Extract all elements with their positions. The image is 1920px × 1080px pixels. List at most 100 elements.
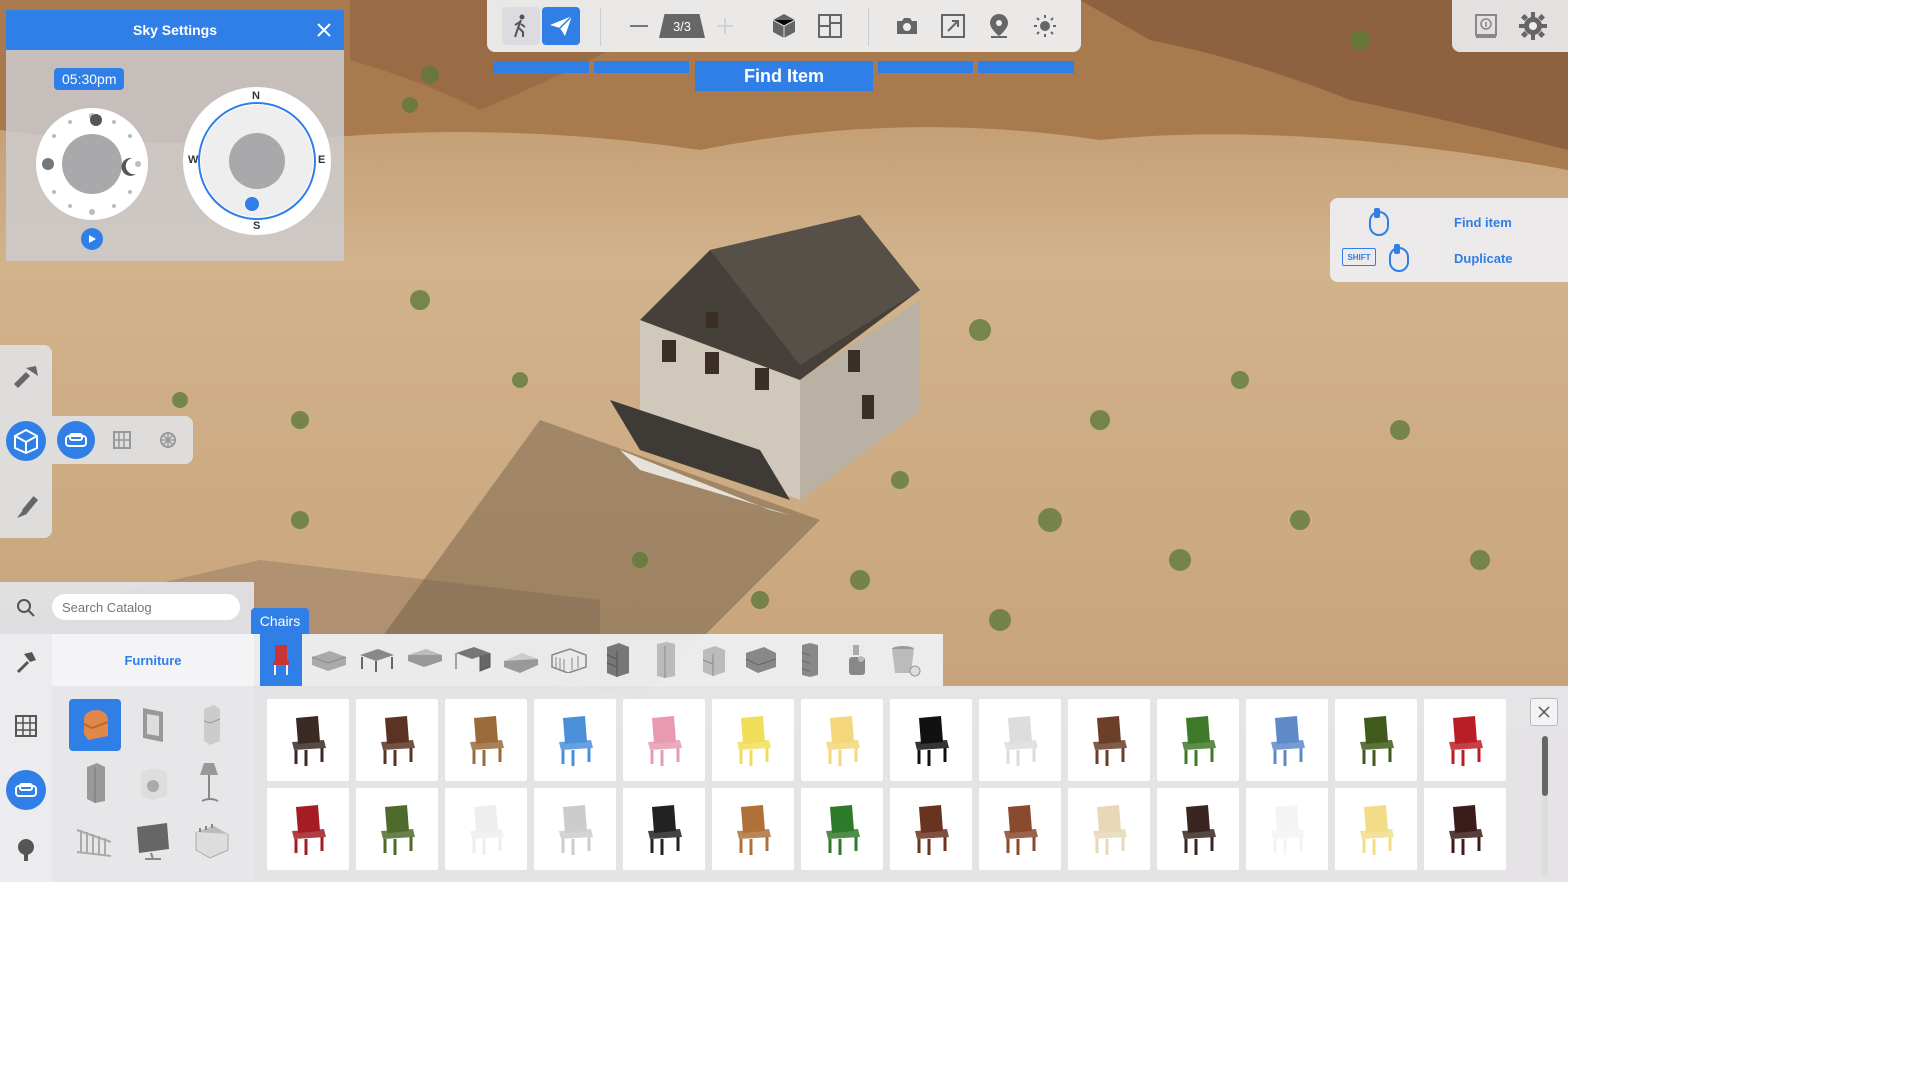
refrigerator-icon[interactable] bbox=[185, 699, 237, 751]
compass-dial[interactable] bbox=[182, 86, 332, 236]
wall-art-icon[interactable] bbox=[127, 699, 179, 751]
decor-icon[interactable] bbox=[156, 428, 180, 452]
catalog-item-wood-armchair[interactable] bbox=[890, 788, 972, 870]
catalog-item-pink-pouf[interactable] bbox=[623, 699, 705, 781]
trash-can-icon[interactable] bbox=[884, 640, 926, 680]
export-image-icon[interactable] bbox=[939, 12, 967, 40]
catalog-item-wood-dining-chair[interactable] bbox=[712, 788, 794, 870]
catalog-item-wood-chair[interactable] bbox=[1068, 699, 1150, 781]
close-icon[interactable] bbox=[1530, 698, 1558, 726]
subcategory-tab-chairs[interactable]: Chairs bbox=[251, 608, 309, 634]
sky-settings-title: Sky Settings bbox=[132, 22, 218, 38]
location-pin-icon[interactable] bbox=[985, 12, 1013, 40]
dresser-icon[interactable] bbox=[596, 640, 638, 680]
tree-icon[interactable] bbox=[12, 836, 40, 864]
subtab-1[interactable] bbox=[494, 61, 589, 73]
time-of-day-badge: 05:30pm bbox=[54, 68, 125, 90]
catalog-item-wooden-chair[interactable] bbox=[356, 699, 438, 781]
find-item-banner[interactable]: Find Item bbox=[695, 61, 873, 91]
scrollbar[interactable] bbox=[1542, 736, 1548, 876]
fly-mode-button[interactable] bbox=[542, 7, 580, 45]
fence-icon[interactable] bbox=[69, 815, 121, 867]
walk-mode-button[interactable] bbox=[502, 7, 540, 45]
catalog-item-leather-armchair[interactable] bbox=[267, 699, 349, 781]
catalog-item-bean-bag[interactable] bbox=[979, 699, 1061, 781]
catalog-item-floral-armchair[interactable] bbox=[979, 788, 1061, 870]
catalog-item-dark-dining-chair[interactable] bbox=[1157, 788, 1239, 870]
tv-icon[interactable] bbox=[127, 815, 179, 867]
calendar-icon[interactable] bbox=[185, 815, 237, 867]
camera-icon[interactable] bbox=[893, 12, 921, 40]
search-input[interactable] bbox=[52, 594, 240, 620]
bookshelf-icon[interactable] bbox=[110, 428, 134, 452]
build-tools-icon[interactable] bbox=[10, 361, 42, 393]
floor-up-icon[interactable] bbox=[716, 17, 734, 35]
play-icon[interactable] bbox=[81, 228, 103, 250]
gear-icon[interactable] bbox=[1518, 11, 1548, 41]
time-dial[interactable] bbox=[34, 106, 150, 222]
catalog-item-round-stool[interactable] bbox=[445, 699, 527, 781]
catalog-item-green-pouf[interactable] bbox=[1335, 699, 1417, 781]
bed-icon[interactable] bbox=[500, 640, 542, 680]
nightstand-icon[interactable] bbox=[692, 640, 734, 680]
floor-indicator: 3/3 bbox=[659, 14, 705, 38]
catalog-item-green-armchair[interactable] bbox=[356, 788, 438, 870]
info-book-icon[interactable] bbox=[1472, 12, 1500, 40]
sofa-icon[interactable] bbox=[308, 640, 350, 680]
catalog-item-wicker-rocking-chair[interactable] bbox=[534, 788, 616, 870]
category-panel: Furniture bbox=[52, 634, 254, 882]
walk-icon bbox=[510, 14, 532, 38]
top-toolbar: 3/3 bbox=[487, 0, 1081, 52]
catalog-item-blue-table[interactable] bbox=[1246, 699, 1328, 781]
catalog-item-white-lounge-chair[interactable] bbox=[1068, 788, 1150, 870]
catalog-item-striped-chair[interactable] bbox=[1246, 788, 1328, 870]
crib-icon[interactable] bbox=[548, 640, 590, 680]
armchair-icon[interactable] bbox=[69, 699, 121, 751]
hammer-icon[interactable] bbox=[12, 648, 40, 676]
lamp-icon[interactable] bbox=[185, 757, 237, 809]
bookshelf-icon[interactable] bbox=[12, 712, 40, 740]
catalog-item-black-dining-chair[interactable] bbox=[623, 788, 705, 870]
catalog-item-black-bar-stool[interactable] bbox=[890, 699, 972, 781]
washing-machine-icon[interactable] bbox=[127, 757, 179, 809]
appliance-icon[interactable] bbox=[836, 640, 878, 680]
sky-settings-header: Sky Settings bbox=[6, 10, 344, 50]
objects-icon[interactable] bbox=[6, 421, 46, 461]
wardrobe-icon[interactable] bbox=[644, 640, 686, 680]
desk-icon[interactable] bbox=[452, 640, 494, 680]
catalog-item-white-cantilever-chair[interactable] bbox=[445, 788, 527, 870]
sofa-icon[interactable] bbox=[6, 770, 46, 810]
catalog-item-red-armchair[interactable] bbox=[1424, 699, 1506, 781]
catalog-item-red-wing-chair[interactable] bbox=[267, 788, 349, 870]
compass-s: S bbox=[253, 220, 261, 232]
top-right-toolbar bbox=[1452, 0, 1568, 52]
catalog-item-green-egg-chair[interactable] bbox=[801, 788, 883, 870]
3d-view-icon[interactable] bbox=[770, 12, 798, 40]
catalog-item-round-side-table[interactable] bbox=[801, 699, 883, 781]
bookshelf-icon[interactable] bbox=[740, 640, 782, 680]
paint-brush-icon[interactable] bbox=[10, 491, 42, 523]
table-icon[interactable] bbox=[404, 640, 446, 680]
catalog-item-green-ottoman[interactable] bbox=[1157, 699, 1239, 781]
floor-down-icon[interactable] bbox=[630, 18, 648, 34]
catalog-item-dark-wood-chair[interactable] bbox=[1424, 788, 1506, 870]
catalog-item-yellow-chair[interactable] bbox=[1335, 788, 1417, 870]
coffee-table-icon[interactable] bbox=[356, 640, 398, 680]
wardrobe-icon[interactable] bbox=[69, 757, 121, 809]
floorplan-view-icon[interactable] bbox=[816, 12, 844, 40]
subtab-2[interactable] bbox=[594, 61, 689, 73]
sofa-icon[interactable] bbox=[57, 421, 95, 459]
close-icon[interactable] bbox=[314, 20, 334, 40]
catalog-item-yellow-stool[interactable] bbox=[712, 699, 794, 781]
subtab-5[interactable] bbox=[978, 61, 1074, 73]
sun-icon bbox=[42, 158, 54, 170]
catalog-sidebar bbox=[0, 634, 52, 882]
catalog-item-blue-kids-chair[interactable] bbox=[534, 699, 616, 781]
shift-key-badge: SHIFT bbox=[1342, 248, 1376, 266]
sun-settings-icon[interactable] bbox=[1031, 12, 1059, 40]
cabinet-icon[interactable] bbox=[788, 640, 830, 680]
subtab-4[interactable] bbox=[878, 61, 973, 73]
mouse-hints-panel: Find item SHIFT Duplicate bbox=[1330, 198, 1568, 282]
chair-icon[interactable] bbox=[260, 634, 302, 686]
search-icon[interactable] bbox=[14, 596, 38, 620]
